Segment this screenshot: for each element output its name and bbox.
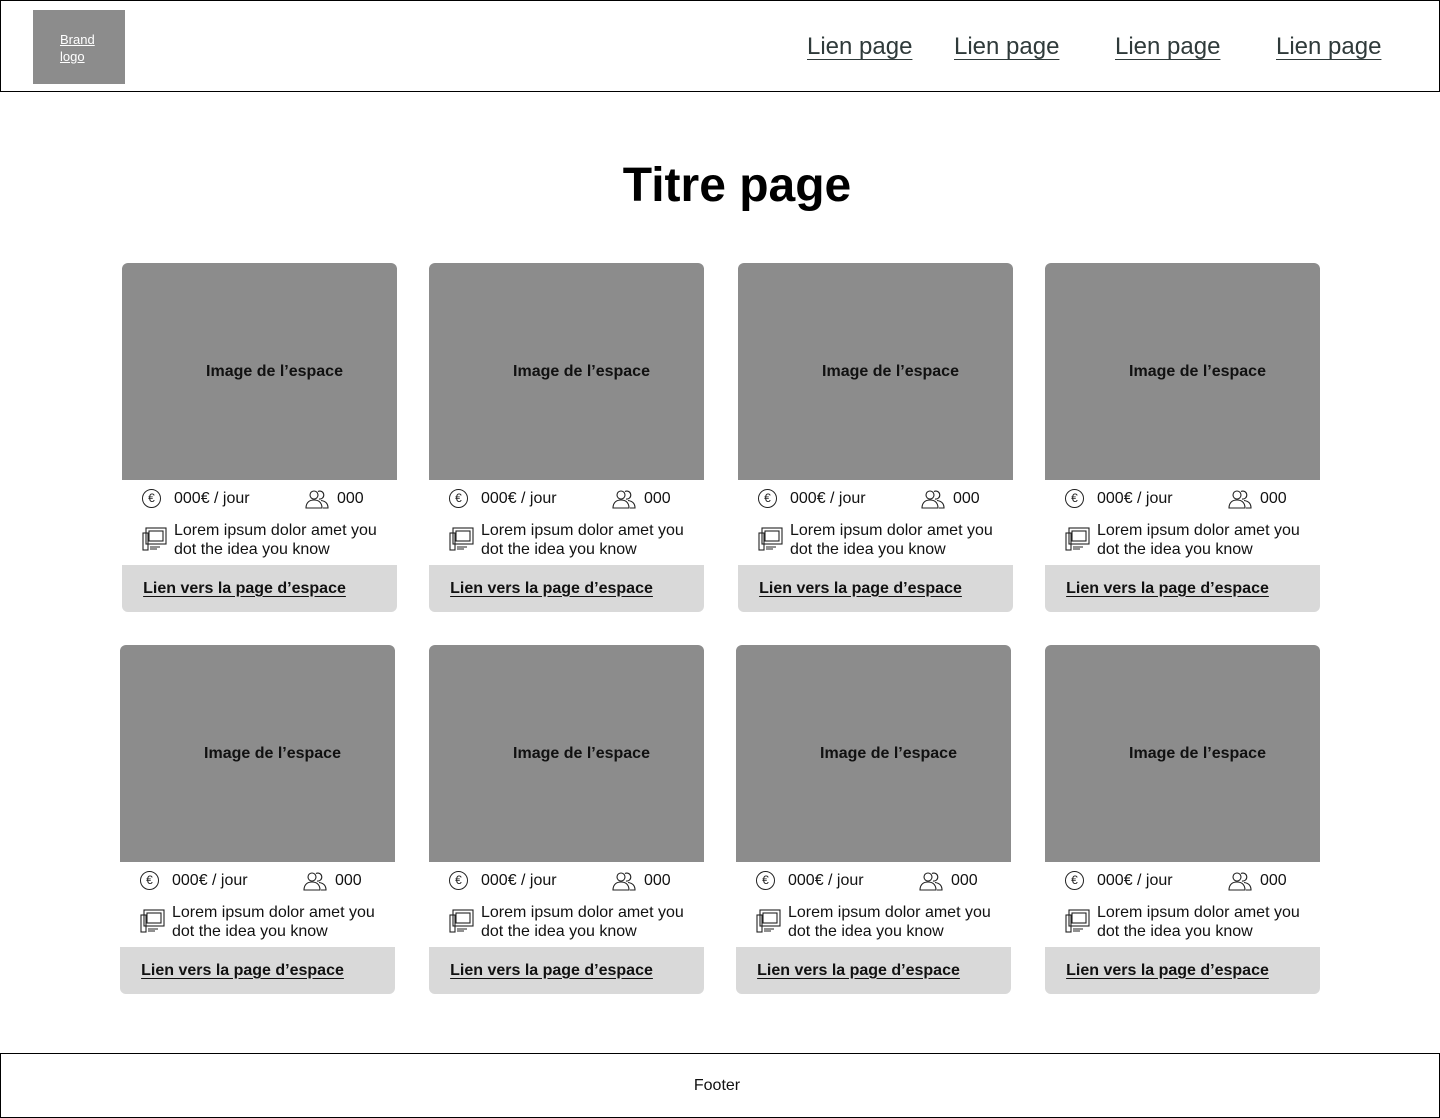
space-link[interactable]: Lien vers la page d’espace <box>143 580 346 598</box>
screen-icon <box>1065 909 1090 933</box>
space-description: Lorem ipsum dolor amet you dot the idea … <box>481 904 684 940</box>
space-link-button[interactable]: Lien vers la page d’espace <box>1045 947 1320 994</box>
euro-icon: € <box>1065 489 1084 508</box>
space-description: Lorem ipsum dolor amet you dot the idea … <box>1097 904 1300 940</box>
space-description: Lorem ipsum dolor amet you dot the idea … <box>788 904 991 940</box>
nav-link-2[interactable]: Lien page <box>954 33 1059 61</box>
euro-icon: € <box>758 489 777 508</box>
page-title: Titre page <box>622 159 852 212</box>
space-card: Image de l’espace € 000€ / jour 000 Lore… <box>120 645 395 994</box>
euro-icon: € <box>140 871 159 890</box>
screen-icon <box>449 909 474 933</box>
space-price: 000€ / jour <box>481 872 557 889</box>
space-image-label: Image de l’espace <box>513 744 650 762</box>
space-link[interactable]: Lien vers la page d’espace <box>1066 580 1269 598</box>
brand-logo-line-1: Brand <box>60 32 95 47</box>
screen-icon <box>756 909 781 933</box>
space-image: Image de l’espace <box>1045 263 1320 480</box>
space-description: Lorem ipsum dolor amet you dot the idea … <box>174 522 377 558</box>
people-icon <box>1228 490 1252 509</box>
nav-link-4[interactable]: Lien page <box>1276 33 1381 61</box>
screen-icon <box>449 527 474 551</box>
space-link[interactable]: Lien vers la page d’espace <box>450 580 653 598</box>
space-link-button[interactable]: Lien vers la page d’espace <box>120 947 395 994</box>
euro-icon: € <box>1065 871 1084 890</box>
space-description: Lorem ipsum dolor amet you dot the idea … <box>481 522 684 558</box>
people-icon <box>305 490 329 509</box>
space-capacity: 000 <box>1260 490 1287 507</box>
space-card: Image de l’espace € 000€ / jour 000 Lore… <box>122 263 397 612</box>
space-image-label: Image de l’espace <box>1129 744 1266 762</box>
site-footer: Footer <box>0 1053 1440 1118</box>
space-image: Image de l’espace <box>120 645 395 862</box>
space-capacity: 000 <box>644 872 671 889</box>
space-image: Image de l’espace <box>736 645 1011 862</box>
space-link-button[interactable]: Lien vers la page d’espace <box>429 565 704 612</box>
space-image-label: Image de l’espace <box>513 362 650 380</box>
screen-icon <box>1065 527 1090 551</box>
space-description: Lorem ipsum dolor amet you dot the idea … <box>172 904 375 940</box>
space-link-button[interactable]: Lien vers la page d’espace <box>429 947 704 994</box>
space-card: Image de l’espace € 000€ / jour 000 Lore… <box>1045 263 1320 612</box>
space-card: Image de l’espace € 000€ / jour 000 Lore… <box>1045 645 1320 994</box>
space-link[interactable]: Lien vers la page d’espace <box>757 962 960 980</box>
euro-icon: € <box>142 489 161 508</box>
brand-logo-line-2: logo <box>60 49 85 64</box>
space-link[interactable]: Lien vers la page d’espace <box>141 962 344 980</box>
space-link-button[interactable]: Lien vers la page d’espace <box>1045 565 1320 612</box>
space-capacity: 000 <box>644 490 671 507</box>
footer-label: Footer <box>693 1076 741 1094</box>
space-card: Image de l’espace € 000€ / jour 000 Lore… <box>429 263 704 612</box>
space-description: Lorem ipsum dolor amet you dot the idea … <box>1097 522 1300 558</box>
space-price: 000€ / jour <box>172 872 248 889</box>
screen-icon <box>140 909 165 933</box>
space-link-button[interactable]: Lien vers la page d’espace <box>736 947 1011 994</box>
people-icon <box>303 872 327 891</box>
space-price: 000€ / jour <box>481 490 557 507</box>
space-price: 000€ / jour <box>174 490 250 507</box>
space-image-label: Image de l’espace <box>820 744 957 762</box>
space-price: 000€ / jour <box>788 872 864 889</box>
space-image: Image de l’espace <box>429 263 704 480</box>
people-icon <box>919 872 943 891</box>
space-card: Image de l’espace € 000€ / jour 000 Lore… <box>736 645 1011 994</box>
people-icon <box>1228 872 1252 891</box>
space-card: Image de l’espace € 000€ / jour 000 Lore… <box>738 263 1013 612</box>
space-image: Image de l’espace <box>122 263 397 480</box>
space-image-label: Image de l’espace <box>822 362 959 380</box>
space-link[interactable]: Lien vers la page d’espace <box>759 580 962 598</box>
space-link-button[interactable]: Lien vers la page d’espace <box>122 565 397 612</box>
space-image: Image de l’espace <box>738 263 1013 480</box>
space-link[interactable]: Lien vers la page d’espace <box>1066 962 1269 980</box>
space-image-label: Image de l’espace <box>206 362 343 380</box>
space-price: 000€ / jour <box>790 490 866 507</box>
space-price: 000€ / jour <box>1097 490 1173 507</box>
space-capacity: 000 <box>337 490 364 507</box>
euro-icon: € <box>449 871 468 890</box>
nav-link-1[interactable]: Lien page <box>807 33 912 61</box>
space-capacity: 000 <box>951 872 978 889</box>
space-capacity: 000 <box>953 490 980 507</box>
space-image-label: Image de l’espace <box>204 744 341 762</box>
nav-link-3[interactable]: Lien page <box>1115 33 1220 61</box>
euro-icon: € <box>756 871 775 890</box>
space-image: Image de l’espace <box>1045 645 1320 862</box>
space-image: Image de l’espace <box>429 645 704 862</box>
space-capacity: 000 <box>335 872 362 889</box>
people-icon <box>921 490 945 509</box>
space-link[interactable]: Lien vers la page d’espace <box>450 962 653 980</box>
space-card: Image de l’espace € 000€ / jour 000 Lore… <box>429 645 704 994</box>
screen-icon <box>758 527 783 551</box>
euro-icon: € <box>449 489 468 508</box>
brand-logo[interactable]: Brand logo <box>33 10 125 84</box>
site-header: Brand logo Lien page Lien page Lien page… <box>0 0 1440 92</box>
people-icon <box>612 872 636 891</box>
space-link-button[interactable]: Lien vers la page d’espace <box>738 565 1013 612</box>
screen-icon <box>142 527 167 551</box>
space-image-label: Image de l’espace <box>1129 362 1266 380</box>
space-price: 000€ / jour <box>1097 872 1173 889</box>
people-icon <box>612 490 636 509</box>
space-description: Lorem ipsum dolor amet you dot the idea … <box>790 522 993 558</box>
space-capacity: 000 <box>1260 872 1287 889</box>
